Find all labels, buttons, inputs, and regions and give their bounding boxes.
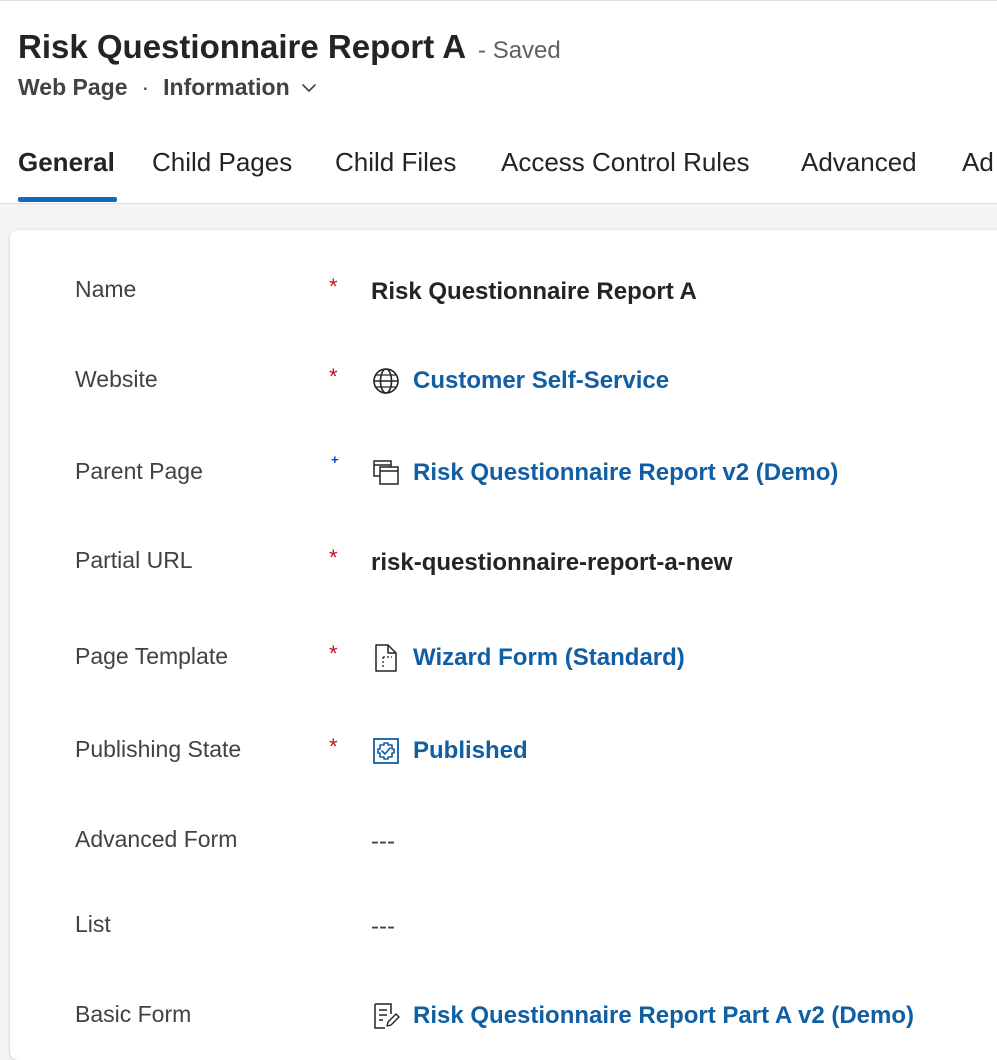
separator: ·	[141, 74, 150, 100]
form-edit-icon	[374, 1003, 400, 1029]
publishing-state-link[interactable]: Published	[413, 737, 528, 765]
advanced-form-value[interactable]: ---	[371, 828, 395, 856]
website-lookup[interactable]: Customer Self-Service	[371, 366, 669, 396]
stacked-pages-icon	[373, 460, 399, 485]
required-marker: *	[329, 545, 338, 570]
required-marker: *	[329, 364, 338, 389]
required-marker: *	[329, 274, 338, 299]
recommended-marker: +	[331, 452, 339, 467]
field-label: Advanced Form	[75, 826, 238, 852]
field-label: Page Template	[75, 643, 229, 669]
field-page-template: Page Template * Wizard Form (Standard)	[0, 641, 997, 683]
field-advanced-form: Advanced Form ---	[0, 826, 997, 866]
field-name: Name * Risk Questionnaire Report A	[0, 274, 997, 316]
chevron-down-icon	[301, 83, 316, 92]
field-label: Website	[75, 366, 158, 392]
publishing-state-lookup[interactable]: Published	[371, 736, 528, 766]
page-title: Risk Questionnaire Report A	[18, 28, 467, 65]
field-label: Parent Page	[75, 458, 203, 484]
tab-list: General Child Pages Child Files Access C…	[0, 138, 997, 204]
basic-form-link[interactable]: Risk Questionnaire Report Part A v2 (Dem…	[413, 1002, 914, 1030]
active-tab-indicator	[18, 197, 117, 202]
globe-icon	[373, 368, 399, 394]
field-publishing-state: Publishing State * Published	[0, 734, 997, 776]
field-label: Name	[75, 276, 137, 302]
page-template-icon	[375, 644, 397, 672]
parent-page-link[interactable]: Risk Questionnaire Report v2 (Demo)	[413, 459, 838, 487]
required-marker: *	[329, 641, 338, 666]
field-label: Partial URL	[75, 547, 193, 573]
field-label: List	[75, 911, 111, 937]
title-row: Risk Questionnaire Report A - Saved	[18, 28, 561, 66]
page-template-lookup[interactable]: Wizard Form (Standard)	[371, 643, 685, 673]
publishing-state-icon	[373, 738, 399, 764]
parent-page-lookup[interactable]: Risk Questionnaire Report v2 (Demo)	[371, 458, 838, 488]
required-marker: *	[329, 734, 338, 759]
entity-name: Web Page	[18, 74, 128, 100]
subtitle-row: Web Page · Information	[18, 74, 318, 101]
tab-access-control-rules[interactable]: Access Control Rules	[501, 138, 750, 204]
form-selector-label: Information	[163, 74, 290, 100]
tab-child-files[interactable]: Child Files	[335, 138, 456, 204]
field-basic-form: Basic Form Risk Questionnaire Report Par…	[0, 1001, 997, 1041]
field-list: List ---	[0, 911, 997, 951]
field-parent-page: Parent Page + Risk Questionnaire Report …	[0, 452, 997, 498]
saved-status: - Saved	[478, 37, 561, 64]
page-template-link[interactable]: Wizard Form (Standard)	[413, 644, 685, 672]
field-partial-url: Partial URL * risk-questionnaire-report-…	[0, 545, 997, 587]
top-divider	[0, 0, 997, 1]
record-header: Risk Questionnaire Report A - Saved Web …	[0, 0, 997, 204]
field-label: Basic Form	[75, 1001, 192, 1027]
basic-form-lookup[interactable]: Risk Questionnaire Report Part A v2 (Dem…	[371, 1001, 914, 1031]
website-link[interactable]: Customer Self-Service	[413, 367, 669, 395]
field-website: Website * Customer Self-Service	[0, 364, 997, 406]
name-value[interactable]: Risk Questionnaire Report A	[371, 278, 697, 306]
list-value[interactable]: ---	[371, 913, 395, 941]
tab-general[interactable]: General	[18, 138, 115, 204]
tab-advanced[interactable]: Advanced	[801, 138, 917, 204]
field-label: Publishing State	[75, 736, 242, 762]
tab-child-pages[interactable]: Child Pages	[152, 138, 292, 204]
form-selector[interactable]: Information	[163, 74, 318, 101]
partial-url-value[interactable]: risk-questionnaire-report-a-new	[371, 549, 732, 577]
tab-ad-truncated[interactable]: Ad	[962, 138, 994, 204]
